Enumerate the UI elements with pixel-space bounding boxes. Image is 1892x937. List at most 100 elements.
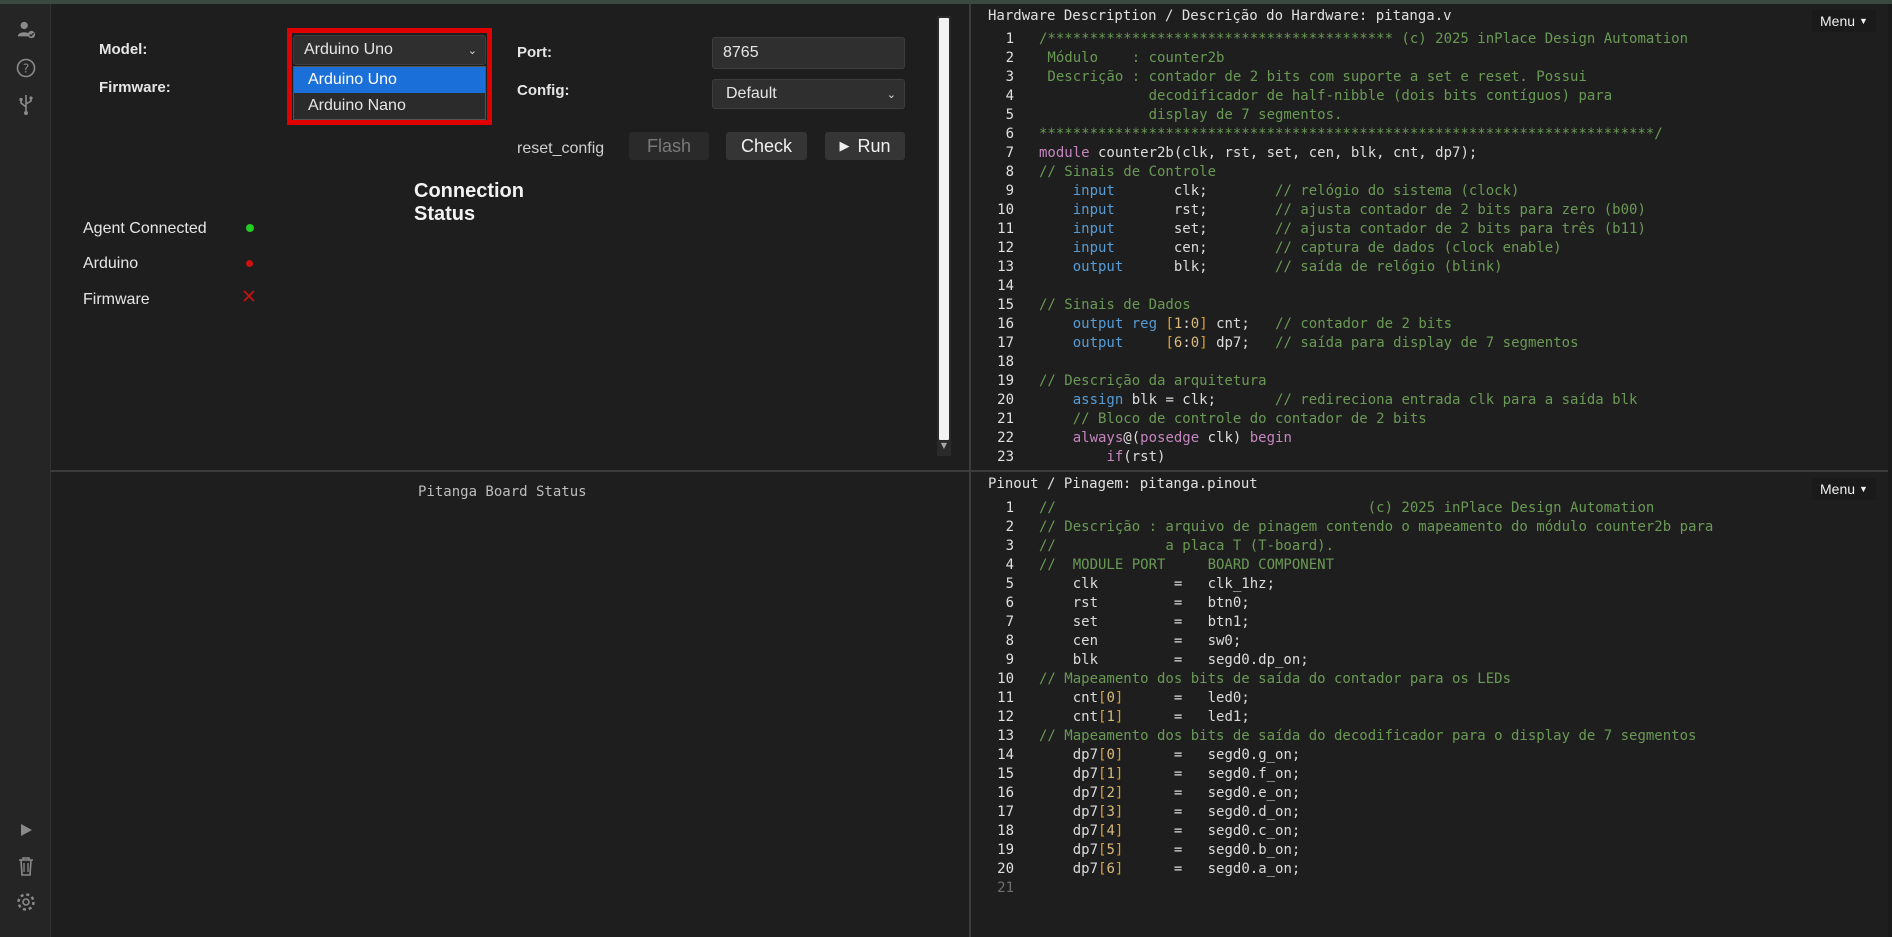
code-token: Descrição : contador de 2 bits com supor… [1039, 69, 1587, 85]
pin-code-area[interactable]: 1 // (c) 2025 inPlace Design Automation 2 /… [971, 499, 1713, 898]
code-token: 2 [1106, 785, 1115, 801]
code-token: output [1072, 335, 1124, 351]
line-number: 7 [1005, 614, 1014, 630]
code-token: [ [1165, 335, 1174, 351]
code-token: // Sinais de Controle [1039, 164, 1217, 180]
hw-editor-menu-button[interactable]: Menu ▼ [1812, 10, 1876, 32]
status-firmware-label: Firmware [83, 291, 150, 308]
code-token: = led0; [1123, 690, 1250, 706]
code-token: [ [1165, 316, 1174, 332]
code-token: module [1039, 145, 1090, 161]
code-token: = segd0.d_on; [1123, 804, 1301, 820]
code-token: (rst) [1123, 449, 1166, 465]
code-token: // ajusta contador de 2 bits para zero (… [1275, 202, 1646, 218]
code-token: // Descrição : arquivo de pinagem conten… [1039, 519, 1714, 535]
menu-label: Menu [1820, 481, 1856, 497]
help-icon[interactable]: ? [16, 58, 36, 78]
line-number: 12 [997, 709, 1014, 725]
status-error-dot [246, 260, 253, 267]
code-token: cnt [1039, 690, 1099, 706]
line-number: 2 [1005, 519, 1014, 535]
code-token: cen = sw0; [1039, 633, 1242, 649]
port-input[interactable]: 8765 [712, 37, 905, 69]
connection-status-title: Connection Status [414, 180, 524, 225]
line-number: 12 [997, 240, 1014, 256]
code-token: // contador de 2 bits [1275, 316, 1453, 332]
line-number: 6 [1005, 126, 1014, 142]
code-token: dp7 [1039, 785, 1099, 801]
settings-icon[interactable] [16, 892, 36, 912]
chevron-down-icon: ⌄ [886, 88, 896, 101]
code-line: 1 // (c) 2025 inPlace Design Automation [971, 499, 1713, 518]
pin-editor-menu-button[interactable]: Menu ▼ [1812, 478, 1876, 500]
code-token: 4 [1106, 823, 1115, 839]
code-token: output [1072, 259, 1124, 275]
user-check-icon[interactable] [16, 20, 36, 40]
code-line: 19 dp7[5] = segd0.b_on; [971, 841, 1713, 860]
code-token: blk = clk; [1123, 392, 1276, 408]
code-line: 17 dp7[3] = segd0.d_on; [971, 803, 1713, 822]
code-line: 15 dp7[1] = segd0.f_on; [971, 765, 1713, 784]
line-number: 8 [1005, 164, 1014, 180]
line-number: 14 [997, 747, 1014, 763]
code-token: blk; [1123, 259, 1276, 275]
code-line: 16 output reg [1:0] cnt; // contador de … [971, 315, 1688, 334]
line-number: 9 [1005, 183, 1014, 199]
code-token: input [1072, 221, 1115, 237]
code-token: // MODULE PORT BOARD COMPONENT [1039, 557, 1335, 573]
status-ok-dot [246, 224, 254, 232]
code-line: 2 Módulo : counter2b [971, 49, 1688, 68]
code-token: : [1182, 316, 1191, 332]
code-line: 21 // Bloco de controle do contador de 2… [971, 410, 1688, 429]
code-token: @( [1123, 430, 1141, 446]
code-token: rst = btn0; [1039, 595, 1250, 611]
code-token: counter2b(clk, rst, set, cen, blk, cnt, … [1089, 145, 1478, 161]
code-token: dp7 [1039, 823, 1099, 839]
port-label: Port: [517, 44, 552, 61]
usb-icon[interactable] [16, 94, 36, 115]
line-number: 21 [997, 880, 1014, 896]
line-number: 20 [997, 861, 1014, 877]
code-token: 1 [1106, 766, 1115, 782]
reset-config-link[interactable]: reset_config [517, 140, 604, 158]
code-line: 7 module counter2b(clk, rst, set, cen, bl… [971, 144, 1688, 163]
scrollbar-thumb[interactable] [939, 18, 949, 440]
config-select-value: Default [726, 85, 777, 102]
scroll-down-icon[interactable]: ▼ [939, 441, 949, 451]
code-line: 5 clk = clk_1hz; [971, 575, 1713, 594]
code-token: dp7 [1039, 842, 1099, 858]
code-token: dp7 [1039, 804, 1099, 820]
code-token: set = btn1; [1039, 614, 1250, 630]
line-number: 17 [997, 335, 1014, 351]
code-line: 20 dp7[6] = segd0.a_on; [971, 860, 1713, 879]
check-button[interactable]: Check [726, 132, 807, 160]
line-number: 8 [1005, 633, 1014, 649]
play-icon[interactable] [16, 820, 36, 840]
line-number: 6 [1005, 595, 1014, 611]
line-number: 17 [997, 804, 1014, 820]
config-select[interactable]: Default ⌄ [712, 79, 905, 109]
code-line: 7 set = btn1; [971, 613, 1713, 632]
code-line: 8 cen = sw0; [971, 632, 1713, 651]
hw-code-area[interactable]: 1 /**************************************… [971, 30, 1688, 467]
code-token: // ajusta contador de 2 bits para três (… [1275, 221, 1646, 237]
code-token: // Mapeamento dos bits de saída do decod… [1039, 728, 1697, 744]
code-token: // Sinais de Dados [1039, 297, 1191, 313]
line-number: 18 [997, 354, 1014, 370]
run-button[interactable]: ▶ Run [825, 132, 905, 160]
play-icon: ▶ [839, 138, 850, 153]
code-token: = segd0.e_on; [1123, 785, 1301, 801]
trash-icon[interactable] [16, 856, 36, 876]
menu-label: Menu [1820, 13, 1856, 29]
caret-down-icon: ▼ [1859, 484, 1868, 494]
flash-button[interactable]: Flash [629, 132, 709, 160]
code-token: // saída para display de 7 segmentos [1275, 335, 1579, 351]
line-number: 22 [997, 430, 1014, 446]
line-number: 11 [997, 221, 1014, 237]
